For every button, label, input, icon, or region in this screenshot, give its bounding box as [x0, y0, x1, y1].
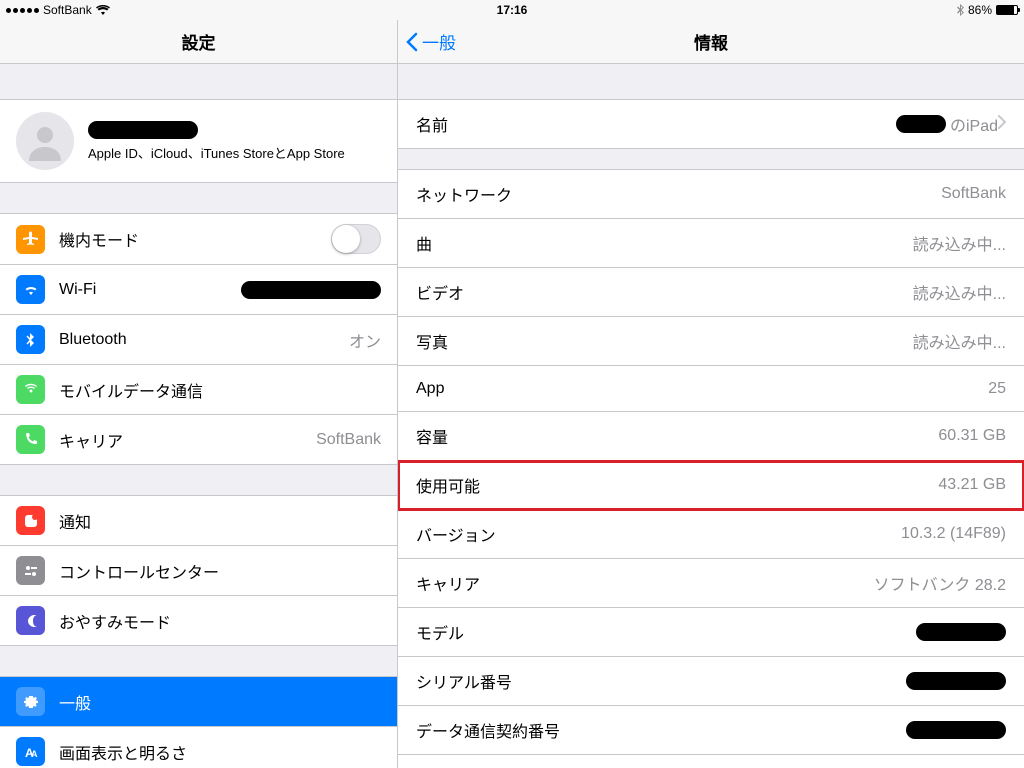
- battery-pct: 86%: [968, 3, 992, 17]
- row-photos: 写真 読み込み中...: [398, 317, 1024, 366]
- back-label: 一般: [422, 29, 456, 54]
- sidebar-item-cellular[interactable]: モバイルデータ通信: [0, 365, 397, 415]
- sidebar-item-carrier[interactable]: キャリア SoftBank: [0, 415, 397, 464]
- cellular-label: モバイルデータ通信: [59, 378, 203, 402]
- sidebar-item-bluetooth[interactable]: Bluetooth オン: [0, 315, 397, 365]
- status-time: 17:16: [497, 3, 528, 17]
- data-contract-value-redacted: [906, 721, 1006, 739]
- bluetooth-label: Bluetooth: [59, 331, 127, 349]
- serial-value-redacted: [906, 672, 1006, 690]
- airplane-toggle[interactable]: [331, 224, 381, 254]
- row-name[interactable]: 名前 のiPad: [398, 100, 1024, 148]
- sidebar-item-control-center[interactable]: コントロールセンター: [0, 546, 397, 596]
- phone-icon: [16, 425, 45, 454]
- name-value-suffix: のiPad: [950, 112, 998, 136]
- name-label: 名前: [416, 112, 448, 136]
- airplane-icon: [16, 225, 45, 254]
- row-network: ネットワーク SoftBank: [398, 170, 1024, 219]
- bluetooth-icon: [16, 325, 45, 354]
- sidebar-item-dnd[interactable]: おやすみモード: [0, 596, 397, 645]
- row-serial: シリアル番号: [398, 657, 1024, 706]
- carrier-label: SoftBank: [43, 3, 92, 17]
- sidebar-title: 設定: [182, 29, 216, 54]
- general-label: 一般: [59, 690, 91, 714]
- sidebar-item-airplane[interactable]: 機内モード: [0, 214, 397, 265]
- detail-pane: 一般 情報 名前 のiPad ネットワーク SoftBank: [398, 20, 1024, 768]
- display-icon: AA: [16, 737, 45, 766]
- account-sub: Apple ID、iCloud、iTunes StoreとApp Store: [88, 143, 345, 162]
- wifi-icon: [96, 5, 110, 15]
- chevron-right-icon: [998, 115, 1006, 134]
- status-bar: SoftBank 17:16 86%: [0, 0, 1024, 20]
- row-carrier: キャリア ソフトバンク 28.2: [398, 559, 1024, 608]
- cellular-icon: [16, 375, 45, 404]
- sidebar-item-display[interactable]: AA 画面表示と明るさ: [0, 727, 397, 768]
- detail-header: 一般 情報: [398, 20, 1024, 64]
- carrier-label: キャリア: [59, 428, 123, 452]
- row-version: バージョン 10.3.2 (14F89): [398, 510, 1024, 559]
- sidebar-header: 設定: [0, 20, 397, 64]
- airplane-label: 機内モード: [59, 227, 139, 251]
- row-wifi-addr: Wi-Fiアドレス: [398, 755, 1024, 768]
- sidebar-item-notifications[interactable]: 通知: [0, 496, 397, 546]
- battery-icon: [996, 5, 1018, 15]
- svg-text:A: A: [31, 749, 38, 759]
- row-capacity: 容量 60.31 GB: [398, 412, 1024, 461]
- bluetooth-value: オン: [349, 328, 381, 352]
- wifi-value-redacted: [241, 281, 381, 299]
- signal-dots-icon: [6, 8, 39, 13]
- avatar-icon: [16, 112, 74, 170]
- moon-icon: [16, 606, 45, 635]
- model-value-redacted: [916, 623, 1006, 641]
- control-center-label: コントロールセンター: [59, 559, 219, 583]
- chevron-left-icon: [406, 32, 418, 52]
- gear-icon: [16, 687, 45, 716]
- row-data-contract: データ通信契約番号: [398, 706, 1024, 755]
- settings-sidebar: 設定 Apple ID、iCloud、iTunes StoreとApp Stor…: [0, 20, 398, 768]
- display-label: 画面表示と明るさ: [59, 740, 187, 764]
- detail-title: 情報: [694, 29, 728, 54]
- row-videos: ビデオ 読み込み中...: [398, 268, 1024, 317]
- account-name-redacted: [88, 121, 198, 139]
- notifications-icon: [16, 506, 45, 535]
- account-row[interactable]: Apple ID、iCloud、iTunes StoreとApp Store: [0, 99, 397, 183]
- bluetooth-icon: [957, 4, 964, 16]
- wifi-label: Wi-Fi: [59, 281, 96, 299]
- row-available: 使用可能 43.21 GB: [398, 461, 1024, 510]
- notifications-label: 通知: [59, 509, 91, 533]
- row-model: モデル: [398, 608, 1024, 657]
- row-songs: 曲 読み込み中...: [398, 219, 1024, 268]
- control-center-icon: [16, 556, 45, 585]
- wifi-icon: [16, 275, 45, 304]
- sidebar-item-general[interactable]: 一般: [0, 677, 397, 727]
- back-button[interactable]: 一般: [406, 29, 456, 54]
- dnd-label: おやすみモード: [59, 609, 171, 633]
- sidebar-item-wifi[interactable]: Wi-Fi: [0, 265, 397, 315]
- carrier-value: SoftBank: [316, 431, 381, 449]
- row-apps: App 25: [398, 366, 1024, 412]
- name-value-redacted: [896, 115, 946, 133]
